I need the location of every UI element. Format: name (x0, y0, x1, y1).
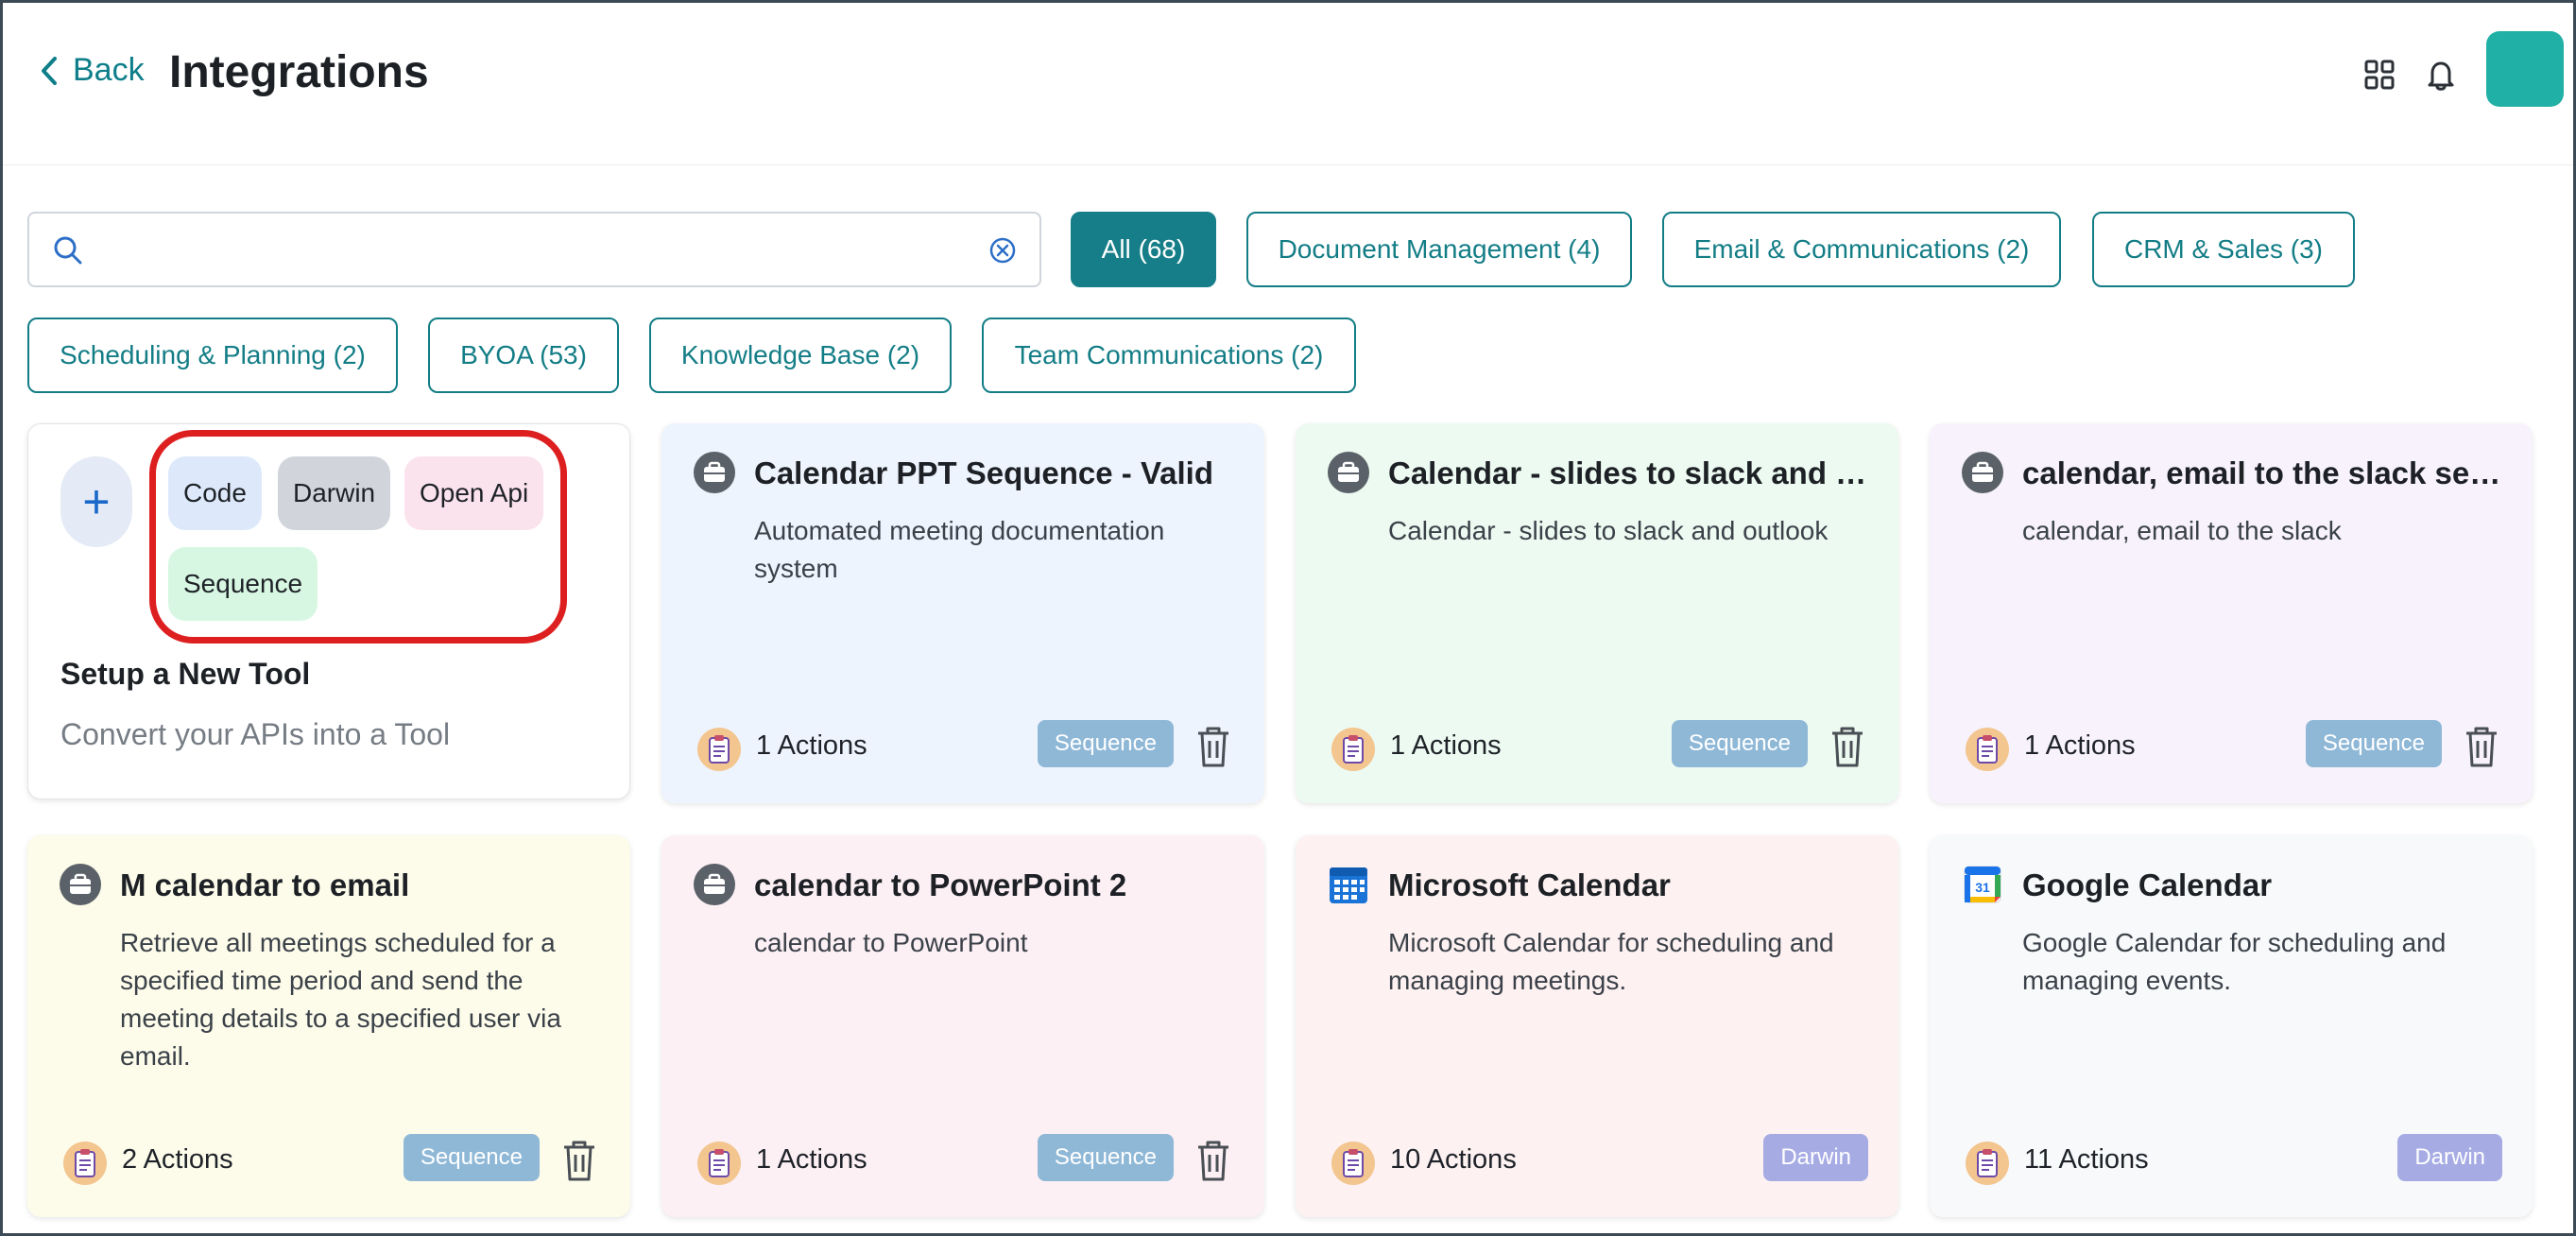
trash-icon[interactable] (1194, 1138, 1232, 1183)
type-badge: Sequence (403, 1134, 540, 1181)
card-title: Google Calendar (2022, 867, 2273, 902)
google-calendar-icon: 31 (1964, 866, 2001, 903)
clipboard-avatar-icon (1966, 1142, 2009, 1185)
integration-card[interactable]: Calendar - slides to slack and outlook C… (1296, 423, 1898, 803)
clear-search-icon[interactable] (987, 235, 1018, 266)
card-description: calendar to PowerPoint (754, 928, 1028, 957)
svg-text:31: 31 (1975, 880, 1990, 895)
card-title: Microsoft Calendar (1388, 867, 1671, 902)
chevron-left-icon (42, 56, 57, 85)
type-badge: Sequence (2305, 720, 2442, 767)
grid-icon (2364, 60, 2395, 90)
actions-count: 1 Actions (756, 1144, 867, 1175)
back-button[interactable]: Back (39, 52, 145, 89)
search-icon (54, 236, 82, 265)
briefcase-icon (60, 864, 101, 905)
back-label: Back (73, 52, 145, 88)
clipboard-avatar-icon (1331, 1142, 1375, 1185)
integration-card[interactable]: Microsoft Calendar Microsoft Calendar fo… (1296, 835, 1898, 1217)
card-title: calendar, email to the slack sequence (2022, 455, 2504, 490)
actions-count: 1 Actions (1390, 730, 1502, 761)
setup-new-tool-card[interactable]: + Code Darwin Open Api Sequence Setup a … (27, 423, 630, 799)
highlight-ring (149, 430, 567, 644)
briefcase-icon (1328, 452, 1369, 493)
filter-scheduling-planning[interactable]: Scheduling & Planning (2) (27, 318, 398, 393)
actions-count: 1 Actions (2024, 730, 2136, 761)
filter-crm-sales[interactable]: CRM & Sales (3) (2092, 212, 2355, 287)
card-description: Google Calendar for scheduling and manag… (2022, 928, 2447, 995)
bell-icon (2428, 61, 2454, 91)
filter-document-management[interactable]: Document Management (4) (1246, 212, 1632, 287)
actions-count: 11 Actions (2024, 1144, 2149, 1175)
actions-count: 10 Actions (1390, 1144, 1517, 1175)
type-badge: Sequence (1671, 720, 1808, 767)
apps-grid-button[interactable] (2362, 58, 2396, 92)
card-description: Microsoft Calendar for scheduling and ma… (1388, 928, 1834, 995)
microsoft-calendar-icon (1330, 867, 1367, 903)
notifications-button[interactable] (2424, 58, 2458, 92)
clipboard-avatar-icon (1331, 728, 1375, 771)
card-description: Calendar - slides to slack and outlook (1388, 516, 1829, 545)
trash-icon[interactable] (2463, 724, 2500, 769)
integration-card[interactable]: calendar, email to the slack sequence ca… (1930, 423, 2533, 803)
actions-count: 2 Actions (122, 1144, 233, 1175)
briefcase-icon (694, 864, 735, 905)
setup-tool-title: Setup a New Tool (60, 657, 311, 691)
trash-icon[interactable] (1829, 724, 1866, 769)
filter-byoa[interactable]: BYOA (53) (428, 318, 619, 393)
page-header: Back Integrations (3, 3, 2573, 165)
page-title: Integrations (169, 47, 429, 97)
setup-tool-subtitle: Convert your APIs into a Tool (60, 717, 451, 751)
clipboard-avatar-icon (63, 1142, 107, 1185)
filter-all[interactable]: All (68) (1071, 212, 1216, 287)
search-input[interactable] (101, 227, 980, 272)
card-description: Automated meeting documentation system (754, 516, 1165, 583)
filter-team-communications[interactable]: Team Communications (2) (982, 318, 1356, 393)
card-title: Calendar PPT Sequence - Valid (754, 455, 1213, 490)
card-title: Calendar - slides to slack and outlook (1388, 455, 1870, 490)
card-title: M calendar to email (120, 867, 410, 902)
integration-card[interactable]: Calendar PPT Sequence - Valid Automated … (661, 423, 1264, 803)
user-avatar[interactable] (2486, 31, 2564, 107)
card-description: Retrieve all meetings scheduled for a sp… (120, 928, 561, 1071)
app-window: Back Integrations All (68) Document Mana… (0, 0, 2576, 1236)
add-tool-button[interactable]: + (60, 456, 132, 547)
type-badge: Darwin (1763, 1134, 1868, 1181)
plus-icon: + (82, 475, 111, 528)
integration-card[interactable]: 31 Google Calendar Google Calendar for s… (1930, 835, 2533, 1217)
type-badge: Darwin (2397, 1134, 2502, 1181)
clipboard-avatar-icon (697, 728, 741, 771)
type-badge: Sequence (1037, 720, 1174, 767)
filter-knowledge-base[interactable]: Knowledge Base (2) (649, 318, 952, 393)
integration-card[interactable]: calendar to PowerPoint 2 calendar to Pow… (661, 835, 1264, 1217)
trash-icon[interactable] (560, 1138, 598, 1183)
trash-icon[interactable] (1194, 724, 1232, 769)
integration-card[interactable]: M calendar to email Retrieve all meeting… (27, 835, 630, 1217)
card-title: calendar to PowerPoint 2 (754, 867, 1127, 902)
actions-count: 1 Actions (756, 730, 867, 761)
filter-email-communications[interactable]: Email & Communications (2) (1662, 212, 2061, 287)
type-badge: Sequence (1037, 1134, 1174, 1181)
clipboard-avatar-icon (697, 1142, 741, 1185)
clipboard-avatar-icon (1966, 728, 2009, 771)
search-box (27, 212, 1041, 287)
briefcase-icon (694, 452, 735, 493)
briefcase-icon (1962, 452, 2003, 493)
card-description: calendar, email to the slack (2022, 516, 2342, 545)
